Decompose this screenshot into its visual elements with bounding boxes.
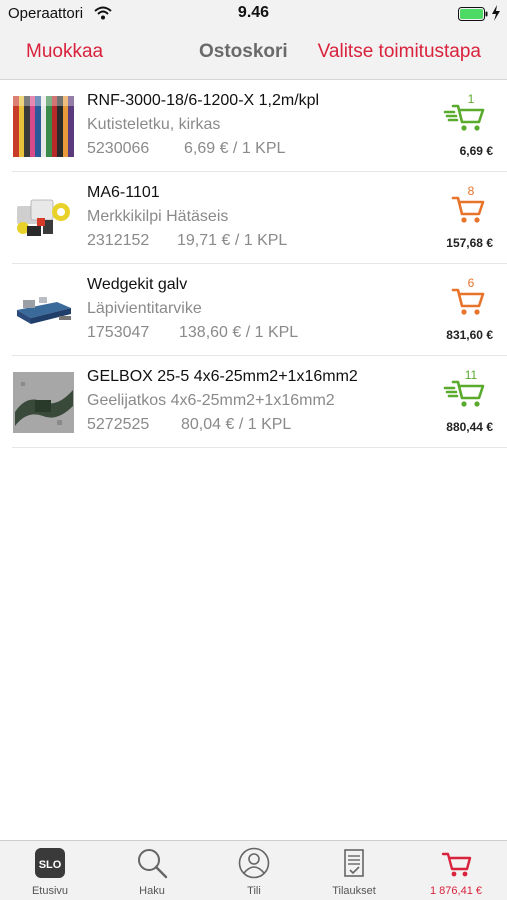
product-code: GELBOX 25-5 4x6-25mm2+1x16mm2 <box>87 368 358 385</box>
product-code: Wedgekit galv <box>87 276 188 293</box>
select-delivery-button[interactable]: Valitse toimitustapa <box>318 41 481 63</box>
unit-price: 19,71 € / 1 KPL <box>177 232 288 249</box>
tab-label: Tili <box>247 885 261 897</box>
cart-icon <box>440 847 472 879</box>
charging-icon <box>492 5 500 21</box>
quantity-badge: 8 <box>467 184 475 198</box>
tab-label: Tilaukset <box>332 885 376 897</box>
clock: 9.46 <box>237 4 270 21</box>
page-title: Ostoskori <box>199 41 288 62</box>
line-total: 157,68 € <box>446 236 493 250</box>
edit-button[interactable]: Muokkaa <box>26 41 103 63</box>
product-description: Geelijatkos 4x6-25mm2+1x16mm2 <box>87 392 335 409</box>
quantity-badge: 6 <box>467 276 475 290</box>
product-description: Läpivientitarvike <box>87 300 202 317</box>
svg-text:SLO: SLO <box>39 859 62 871</box>
tab-cart[interactable]: 1 876,41 € <box>406 841 506 900</box>
product-image <box>13 280 74 341</box>
product-number: 2312152 <box>87 232 150 249</box>
quantity-badge: 11 <box>464 368 478 382</box>
unit-price: 6,69 € / 1 KPL <box>184 140 286 157</box>
product-image <box>13 96 74 157</box>
product-code: MA6-1101 <box>87 184 160 201</box>
status-bar: Operaattori 9.46 <box>0 0 507 28</box>
cart-item[interactable]: Wedgekit galv Läpivientitarvike 1753047 … <box>0 264 507 356</box>
tab-home[interactable]: SLO Etusivu <box>0 841 100 900</box>
product-number: 1753047 <box>87 324 150 341</box>
line-total: 831,60 € <box>446 328 493 342</box>
product-description: Merkkikilpi Hätäseis <box>87 208 229 225</box>
line-total: 6,69 € <box>459 144 493 158</box>
product-number: 5230066 <box>87 140 150 157</box>
navigation-bar: Muokkaa Ostoskori Valitse toimitustapa <box>0 28 507 80</box>
product-image <box>13 188 74 249</box>
battery-icon <box>458 7 488 21</box>
divider <box>12 447 507 448</box>
product-code: RNF-3000-18/6-1200-X 1,2m/kpl <box>87 92 320 109</box>
cart-item[interactable]: MA6-1101 Merkkikilpi Hätäseis 2312152 19… <box>0 172 507 264</box>
tab-label: Etusivu <box>31 885 69 897</box>
product-description: Kutisteletku, kirkas <box>87 116 221 133</box>
cart-list: RNF-3000-18/6-1200-X 1,2m/kpl Kutistelet… <box>0 80 507 448</box>
line-total: 880,44 € <box>446 420 493 434</box>
orders-icon <box>338 847 370 879</box>
account-icon <box>238 847 270 879</box>
cart-item[interactable]: GELBOX 25-5 4x6-25mm2+1x16mm2 Geelijatko… <box>0 356 507 448</box>
slo-logo-icon: SLO <box>34 847 66 879</box>
unit-price: 80,04 € / 1 KPL <box>181 416 292 433</box>
tab-label: Haku <box>139 885 165 897</box>
tab-account[interactable]: Tili <box>204 841 304 900</box>
tab-orders[interactable]: Tilaukset <box>304 841 404 900</box>
product-image <box>13 372 74 433</box>
tab-bar: SLO Etusivu Haku Tili Tilaukset 1 876,41… <box>0 840 507 900</box>
product-number: 5272525 <box>87 416 150 433</box>
quantity-badge: 1 <box>467 92 475 106</box>
tab-search[interactable]: Haku <box>102 841 202 900</box>
cart-total-label: 1 876,41 € <box>430 885 482 897</box>
unit-price: 138,60 € / 1 KPL <box>179 324 299 341</box>
search-icon <box>136 847 168 879</box>
cart-item[interactable]: RNF-3000-18/6-1200-X 1,2m/kpl Kutistelet… <box>0 80 507 172</box>
